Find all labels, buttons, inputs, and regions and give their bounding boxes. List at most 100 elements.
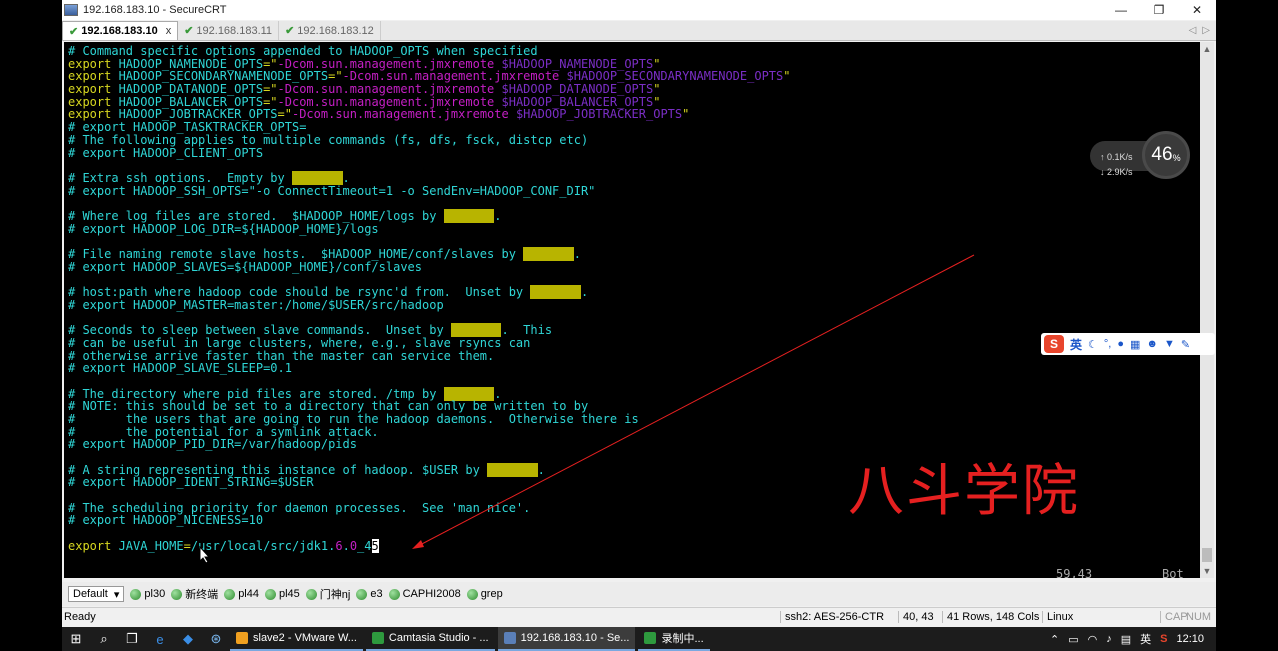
- green-dot-icon: [466, 588, 478, 600]
- button-label: pl45: [278, 588, 300, 600]
- terminal-text-segment: .: [342, 538, 350, 553]
- vim-cursor-position: 59,43: [1056, 567, 1093, 578]
- task-label: slave2 - VMware W...: [253, 632, 357, 644]
- terminal-scrollbar[interactable]: ▲ ▼: [1200, 42, 1214, 578]
- tray-chevron-icon[interactable]: ⌃: [1050, 633, 1059, 646]
- button-bar-select[interactable]: Default ▾: [68, 586, 125, 602]
- ie-browser-icon[interactable]: e: [146, 627, 174, 651]
- button-label: 新终端: [185, 589, 219, 601]
- status-ready: Ready: [64, 611, 96, 623]
- terminal-text-segment: =: [183, 538, 191, 553]
- terminal-text-segment: _4: [357, 538, 372, 553]
- network-monitor-widget[interactable]: ↑ 0.1K/s ↓ 2.9K/s 46%: [1090, 131, 1192, 179]
- button-bar-item[interactable]: pl30: [130, 588, 165, 600]
- sogou-tray-icon[interactable]: S: [1160, 633, 1167, 645]
- camtasia-icon: [371, 632, 384, 644]
- terminal-text-segment: default: [530, 285, 581, 300]
- taskbar-task[interactable]: slave2 - VMware W...: [230, 627, 363, 651]
- tab-session-1[interactable]: ✔ 192.168.183.10 x: [62, 21, 179, 40]
- terminal-text-segment: # export HADOOP_PID_DIR=/var/hadoop/pids: [68, 437, 357, 452]
- volume-icon[interactable]: ♪: [1106, 633, 1112, 645]
- button-bar-item[interactable]: CAPHI2008: [388, 588, 461, 600]
- terminal-text-segment: export: [68, 538, 119, 553]
- recording-icon: [644, 632, 657, 644]
- taskbar-task[interactable]: 录制中...: [638, 627, 710, 651]
- button-bar-item[interactable]: e3: [356, 588, 383, 600]
- terminal-text-segment: -Dcom.sun.management.jmxremote: [291, 107, 516, 122]
- terminal-text-segment: # export HADOOP_CLIENT_OPTS: [68, 145, 264, 160]
- taskbar-task[interactable]: Camtasia Studio - ...: [365, 627, 495, 651]
- terminal-text-segment: default: [443, 208, 495, 223]
- terminal-text-segment: 6: [335, 538, 343, 553]
- battery-icon[interactable]: ▭: [1068, 633, 1078, 646]
- tab-scroll-arrows: ◁ ▷: [1189, 21, 1216, 40]
- button-bar-item[interactable]: 门神nj: [305, 586, 350, 602]
- windows-taskbar: ⊞ ⌕ ❐ e ◆ ⊛ slave2 - VMware W... Camtasi…: [62, 627, 1216, 651]
- terminal-text-segment: # export HADOOP_NICENESS=10: [68, 513, 264, 528]
- tab-scroll-left-icon[interactable]: ◁: [1189, 25, 1197, 36]
- button-bar-item[interactable]: pl44: [224, 588, 259, 600]
- securecrt-icon: [503, 632, 516, 644]
- pinned-app-icon[interactable]: ◆: [174, 627, 202, 651]
- chevron-down-icon: ▾: [113, 588, 120, 601]
- memory-usage-unit: %: [1172, 153, 1181, 163]
- terminal-text-segment: # export HADOOP_IDENT_STRING=$USER: [68, 475, 314, 490]
- terminal-line: # export HADOOP_MASTER=master:/home/$USE…: [68, 298, 1200, 312]
- tray-ime[interactable]: 英: [1140, 631, 1151, 647]
- button-bar-item[interactable]: 新终端: [171, 586, 218, 602]
- task-label: 录制中...: [661, 633, 704, 645]
- notification-icon[interactable]: ▤: [1121, 633, 1131, 646]
- shirt-icon[interactable]: ▼: [1164, 338, 1175, 350]
- punctuation-icon[interactable]: °,: [1104, 338, 1111, 350]
- tab-session-3[interactable]: ✔ 192.168.183.12: [279, 21, 381, 40]
- tab-label: 192.168.183.10: [81, 25, 158, 37]
- minimize-button[interactable]: —: [1102, 0, 1140, 20]
- scrollbar-thumb[interactable]: [1202, 548, 1212, 562]
- title-bar: 192.168.183.10 - SecureCRT — ❐ ✕: [62, 0, 1216, 20]
- upload-rate-value: 0.1K/s: [1107, 152, 1133, 162]
- terminal-text-segment: # export HADOOP_LOG_DIR=${HADOOP_HOME}/l…: [68, 221, 379, 236]
- pinned-app-2-icon[interactable]: ⊛: [202, 627, 230, 651]
- close-button[interactable]: ✕: [1178, 0, 1216, 20]
- connected-check-icon: ✔: [184, 25, 194, 37]
- wifi-icon[interactable]: ◠: [1088, 633, 1098, 646]
- system-tray: ⌃ ▭ ◠ ♪ ▤ 英 S 12:10: [1050, 631, 1216, 647]
- terminal-line: # export HADOOP_SSH_OPTS="-o ConnectTime…: [68, 184, 1200, 198]
- button-bar: Default ▾ pl30 新终端 pl44 pl45 门神nj e3 CAP…: [62, 582, 1216, 606]
- taskbar-task-active[interactable]: 192.168.183.10 - Se...: [497, 627, 636, 651]
- scroll-down-icon[interactable]: ▼: [1200, 564, 1214, 578]
- terminal-text-segment: # export HADOOP_SLAVES=${HADOOP_HOME}/co…: [68, 259, 423, 274]
- connected-check-icon: ✔: [69, 25, 79, 38]
- green-dot-icon: [388, 588, 400, 600]
- moon-icon[interactable]: ☾: [1088, 338, 1098, 351]
- button-label: e3: [370, 588, 383, 600]
- ime-toolbar[interactable]: S 英 ☾ °, ● ▦ ☻ ▼ ✎: [1041, 333, 1215, 355]
- clock[interactable]: 12:10: [1176, 633, 1204, 645]
- task-view-icon[interactable]: ❐: [118, 627, 146, 651]
- microphone-icon[interactable]: ●: [1117, 338, 1124, 350]
- button-bar-item[interactable]: pl45: [264, 588, 300, 600]
- status-os: Linux: [1042, 611, 1073, 623]
- status-cursor: 40, 43: [898, 611, 934, 623]
- tab-scroll-right-icon[interactable]: ▷: [1202, 25, 1210, 36]
- windows-start-icon[interactable]: ⊞: [62, 627, 90, 651]
- scroll-up-icon[interactable]: ▲: [1200, 42, 1214, 56]
- wrench-icon[interactable]: ✎: [1181, 338, 1190, 351]
- button-label: pl30: [144, 588, 166, 600]
- terminal-line: # export HADOOP_CLIENT_OPTS: [68, 145, 1200, 160]
- green-dot-icon: [224, 588, 236, 600]
- terminal-text-segment: default: [487, 462, 538, 477]
- button-bar-item[interactable]: grep: [466, 588, 503, 600]
- tab-close-icon[interactable]: x: [166, 25, 172, 37]
- search-icon[interactable]: ⌕: [90, 627, 118, 651]
- button-label: pl44: [238, 588, 259, 600]
- user-icon[interactable]: ☻: [1146, 338, 1158, 350]
- vmware-icon: [236, 632, 248, 644]
- green-dot-icon: [130, 588, 142, 600]
- restore-button[interactable]: ❐: [1140, 0, 1178, 20]
- status-size: 41 Rows, 148 Cols: [942, 611, 1039, 623]
- tab-session-2[interactable]: ✔ 192.168.183.11: [178, 21, 280, 40]
- ime-language[interactable]: 英: [1070, 336, 1082, 353]
- terminal-text-segment: # export HADOOP_SLAVE_SLEEP=0.1: [68, 361, 292, 376]
- keyboard-icon[interactable]: ▦: [1130, 338, 1140, 351]
